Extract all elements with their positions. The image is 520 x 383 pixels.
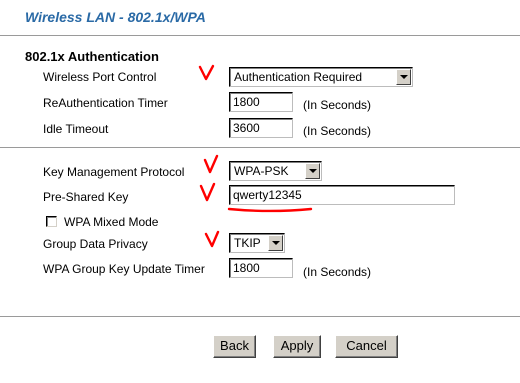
underline-annotation xyxy=(227,207,313,213)
check-mark-annotation xyxy=(199,182,216,202)
check-mark-annotation xyxy=(204,230,220,248)
check-mark-annotation xyxy=(203,154,219,174)
annotation-marks xyxy=(198,64,313,248)
check-mark-annotation xyxy=(198,64,215,81)
red-annotation-layer xyxy=(198,64,313,248)
